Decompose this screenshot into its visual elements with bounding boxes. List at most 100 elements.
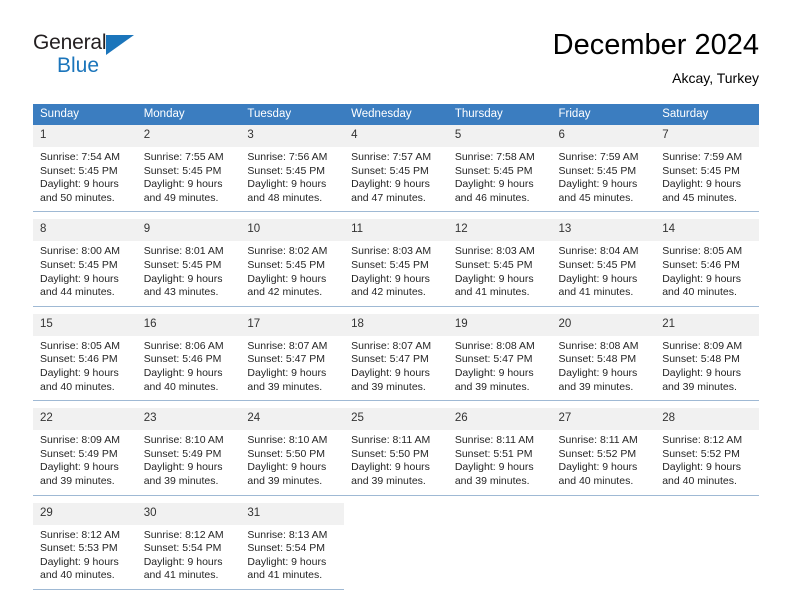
day-number: 9 [136,219,241,242]
day-details: Sunrise: 8:03 AM Sunset: 5:45 PM Daylight:… [344,241,448,305]
logo-triangle-icon [106,35,134,55]
week-row-spacer-cell [655,211,759,220]
day-daylight1-text: Daylight: 9 hours [351,178,430,191]
day-daylight1-text: Daylight: 9 hours [247,461,327,474]
day-number: 24 [240,408,345,431]
calendar-day-cell[interactable]: 21 Sunrise: 8:09 AM Sunset: 5:48 PM Dayligh… [655,313,759,402]
day-daylight2-text: and 39 minutes. [143,474,219,487]
calendar-day-cell[interactable]: 15 Sunrise: 8:05 AM Sunset: 5:46 PM Dayligh… [33,313,137,402]
day-details: Sunrise: 8:11 AM Sunset: 5:51 PM Daylight:… [448,430,552,494]
weekday-header-monday: Monday [136,104,241,125]
calendar-day-cell[interactable]: 5 Sunrise: 7:58 AM Sunset: 5:45 PM Daylight… [447,125,552,213]
calendar-table-wrap: Sunday Monday Tuesday Wednesday Thursday Frid… [33,104,759,590]
calendar-day-cell[interactable]: 1 Sunrise: 7:54 AM Sunset: 5:45 PM Daylight… [33,125,137,213]
day-sunset-text: Sunset: 5:51 PM [454,447,533,460]
calendar-day-cell[interactable]: 28 Sunrise: 8:12 AM Sunset: 5:52 PM Dayligh… [655,408,759,496]
day-number: 13 [551,219,656,242]
day-number: 16 [136,313,241,336]
calendar-day-cell[interactable]: 4 Sunrise: 7:57 AM Sunset: 5:45 PM Daylight… [344,125,448,213]
day-details: Sunrise: 7:59 AM Sunset: 5:45 PM Daylight:… [655,147,759,211]
week-row-spacer-cell [655,495,759,503]
calendar-day-cell[interactable]: 26 Sunrise: 8:11 AM Sunset: 5:51 PM Dayligh… [447,408,552,496]
week-row-spacer-cell [33,306,137,314]
day-daylight1-text: Daylight: 9 hours [247,366,327,379]
day-sunrise-text: Sunrise: 8:11 AM [351,434,431,447]
day-daylight2-text: and 44 minutes. [40,286,115,299]
calendar-cell-empty [448,503,552,590]
calendar-day-cell[interactable]: 13 Sunrise: 8:04 AM Sunset: 5:45 PM Dayligh… [551,219,656,307]
day-number: 29 [33,502,137,525]
day-sunset-text: Sunset: 5:54 PM [247,542,326,555]
calendar-day-cell[interactable]: 14 Sunrise: 8:05 AM Sunset: 5:46 PM Dayligh… [655,219,759,307]
week-row-spacer-cell [344,211,448,220]
week-row-spacer-cell [344,495,448,503]
calendar-day-cell[interactable]: 16 Sunrise: 8:06 AM Sunset: 5:46 PM Dayligh… [136,313,241,402]
day-daylight2-text: and 45 minutes. [662,191,737,204]
day-sunset-text: Sunset: 5:45 PM [247,164,326,177]
calendar-day-cell[interactable]: 20 Sunrise: 8:08 AM Sunset: 5:48 PM Dayligh… [551,313,656,402]
day-sunrise-text: Sunrise: 8:03 AM [351,245,432,258]
day-sunset-text: Sunset: 5:47 PM [247,353,326,366]
calendar-day-cell[interactable]: 11 Sunrise: 8:03 AM Sunset: 5:45 PM Dayligh… [344,219,448,307]
week-row-spacer [33,400,759,409]
calendar-day-cell[interactable]: 6 Sunrise: 7:59 AM Sunset: 5:45 PM Daylight… [551,125,656,213]
week-row-spacer-cell [136,306,241,314]
page-subtitle-location: Akcay, Turkey [672,70,759,86]
day-daylight2-text: and 39 minutes. [40,474,115,487]
day-number: 6 [551,125,656,147]
weekday-header-thursday: Thursday [447,104,552,125]
day-number: 1 [33,125,137,147]
calendar-day-cell[interactable]: 31 Sunrise: 8:13 AM Sunset: 5:54 PM Dayligh… [240,502,345,590]
day-number: 20 [551,313,656,336]
week-row-spacer-cell [551,495,656,503]
calendar-page: General Blue December 2024 Akcay, Turkey… [0,0,792,612]
calendar-day-cell[interactable]: 22 Sunrise: 8:09 AM Sunset: 5:49 PM Dayligh… [33,408,137,496]
day-details: Sunrise: 8:10 AM Sunset: 5:50 PM Daylight:… [240,430,344,494]
day-details: Sunrise: 7:56 AM Sunset: 5:45 PM Daylight:… [240,147,344,211]
calendar-day-cell[interactable]: 8 Sunrise: 8:00 AM Sunset: 5:45 PM Daylight… [33,219,137,307]
calendar-cell-empty [344,503,448,590]
day-sunrise-text: Sunrise: 8:11 AM [558,434,638,447]
day-sunrise-text: Sunrise: 8:12 AM [662,434,743,447]
calendar-day-cell[interactable]: 10 Sunrise: 8:02 AM Sunset: 5:45 PM Dayligh… [240,219,345,307]
day-sunrise-text: Sunrise: 8:13 AM [247,528,328,541]
day-daylight2-text: and 41 minutes. [143,569,219,582]
logo-text-general: General [33,31,107,54]
calendar-day-cell[interactable]: 19 Sunrise: 8:08 AM Sunset: 5:47 PM Dayligh… [447,313,552,402]
day-details: Sunrise: 8:01 AM Sunset: 5:45 PM Daylight:… [137,241,241,305]
day-daylight1-text: Daylight: 9 hours [247,178,327,191]
day-details: Sunrise: 8:13 AM Sunset: 5:54 PM Daylight:… [240,525,344,589]
day-sunset-text: Sunset: 5:45 PM [351,258,429,271]
day-details: Sunrise: 8:05 AM Sunset: 5:46 PM Daylight:… [655,241,759,305]
calendar-day-cell[interactable]: 25 Sunrise: 8:11 AM Sunset: 5:50 PM Dayligh… [344,408,448,496]
day-details: Sunrise: 8:12 AM Sunset: 5:54 PM Daylight:… [137,525,241,589]
calendar-day-cell[interactable]: 27 Sunrise: 8:11 AM Sunset: 5:52 PM Dayligh… [551,408,656,496]
calendar-day-cell[interactable]: 23 Sunrise: 8:10 AM Sunset: 5:49 PM Dayligh… [136,408,241,496]
calendar-day-cell[interactable]: 7 Sunrise: 7:59 AM Sunset: 5:45 PM Daylight… [655,125,759,213]
day-daylight1-text: Daylight: 9 hours [558,178,638,191]
calendar-day-cell[interactable]: 2 Sunrise: 7:55 AM Sunset: 5:45 PM Daylight… [136,125,241,213]
calendar-day-cell[interactable]: 12 Sunrise: 8:03 AM Sunset: 5:45 PM Dayligh… [447,219,552,307]
day-sunset-text: Sunset: 5:47 PM [351,353,429,366]
day-daylight1-text: Daylight: 9 hours [40,366,119,379]
day-daylight1-text: Daylight: 9 hours [454,178,534,191]
day-sunset-text: Sunset: 5:45 PM [558,258,637,271]
calendar-day-cell[interactable]: 24 Sunrise: 8:10 AM Sunset: 5:50 PM Dayligh… [240,408,345,496]
calendar-day-cell[interactable]: 29 Sunrise: 8:12 AM Sunset: 5:53 PM Dayligh… [33,502,137,590]
calendar-day-cell[interactable]: 17 Sunrise: 8:07 AM Sunset: 5:47 PM Dayligh… [240,313,345,402]
day-sunrise-text: Sunrise: 7:59 AM [662,151,743,163]
page-header: General Blue December 2024 Akcay, Turkey [33,28,759,98]
day-daylight1-text: Daylight: 9 hours [40,555,119,568]
logo-text-blue: Blue [57,54,100,77]
day-daylight1-text: Daylight: 9 hours [351,461,430,474]
calendar-day-cell[interactable]: 18 Sunrise: 8:07 AM Sunset: 5:47 PM Dayligh… [344,313,448,402]
day-details: Sunrise: 8:03 AM Sunset: 5:45 PM Daylight:… [448,241,552,305]
calendar-day-cell[interactable]: 30 Sunrise: 8:12 AM Sunset: 5:54 PM Dayligh… [136,502,241,590]
day-details: Sunrise: 8:04 AM Sunset: 5:45 PM Daylight:… [552,241,656,305]
day-sunset-text: Sunset: 5:49 PM [143,447,222,460]
day-sunrise-text: Sunrise: 8:08 AM [454,339,535,352]
calendar-day-cell[interactable]: 3 Sunrise: 7:56 AM Sunset: 5:45 PM Daylight… [240,125,345,213]
day-sunset-text: Sunset: 5:54 PM [143,542,222,555]
week-row-spacer-cell [136,211,241,220]
calendar-day-cell[interactable]: 9 Sunrise: 8:01 AM Sunset: 5:45 PM Daylight… [136,219,241,307]
